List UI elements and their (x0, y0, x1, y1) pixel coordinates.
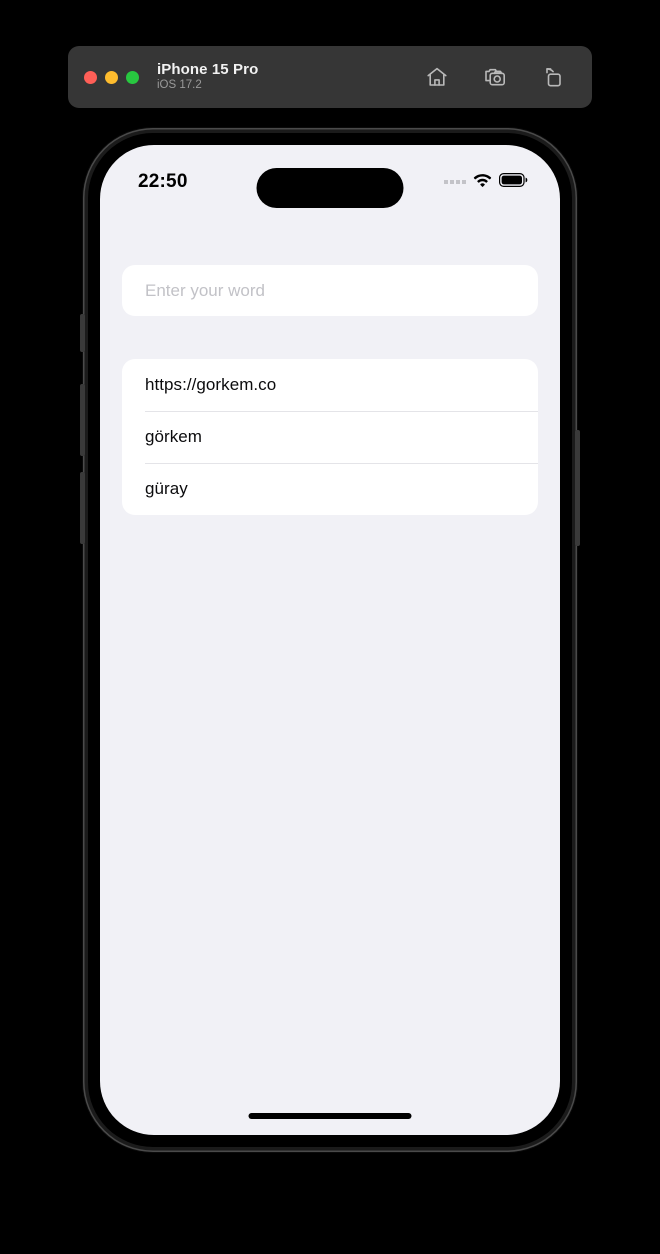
close-window-button[interactable] (84, 70, 97, 84)
simulator-device-name: iPhone 15 Pro (157, 60, 259, 78)
home-icon (425, 65, 449, 89)
home-button[interactable] (424, 64, 450, 90)
window-traffic-lights (84, 70, 139, 84)
rotate-icon (541, 65, 565, 89)
simulator-action-buttons (424, 64, 574, 90)
phone-frame: 22:50 Enter your word https://gorkem.co … (80, 128, 580, 1152)
simulator-titlebar: iPhone 15 Pro iOS 17.2 (68, 46, 592, 108)
rotate-button[interactable] (540, 64, 566, 90)
screenshot-root: iPhone 15 Pro iOS 17.2 22:50 Enter your … (0, 0, 660, 1254)
status-bar-time: 22:50 (138, 171, 188, 192)
volume-up-button[interactable] (80, 384, 85, 456)
results-list: https://gorkem.co görkem güray (122, 359, 538, 515)
simulator-os-version: iOS 17.2 (157, 79, 202, 92)
volume-down-button[interactable] (80, 472, 85, 544)
simulator-title-group: iPhone 15 Pro iOS 17.2 (157, 60, 259, 93)
battery-full-icon (499, 172, 528, 192)
cellular-dots-icon (444, 180, 466, 184)
power-button[interactable] (575, 430, 580, 546)
screenshot-button[interactable] (482, 64, 508, 90)
list-item-label: görkem (145, 427, 202, 446)
list-item[interactable]: görkem (122, 411, 538, 463)
list-item-label: https://gorkem.co (145, 375, 277, 394)
screenshot-icon (483, 65, 507, 89)
dynamic-island (256, 168, 404, 208)
list-item-label: güray (145, 479, 188, 498)
search-input[interactable] (122, 265, 538, 316)
list-item[interactable]: güray (122, 463, 538, 515)
phone-screen: 22:50 Enter your word https://gorkem.co … (100, 145, 560, 1135)
action-button[interactable] (80, 314, 85, 352)
maximize-window-button[interactable] (126, 70, 139, 84)
status-bar-indicators (444, 172, 528, 192)
list-item[interactable]: https://gorkem.co (122, 359, 538, 411)
wifi-icon (473, 173, 492, 192)
minimize-window-button[interactable] (105, 70, 118, 84)
app-content: https://gorkem.co görkem güray (100, 207, 560, 1135)
home-indicator[interactable] (248, 1113, 412, 1119)
